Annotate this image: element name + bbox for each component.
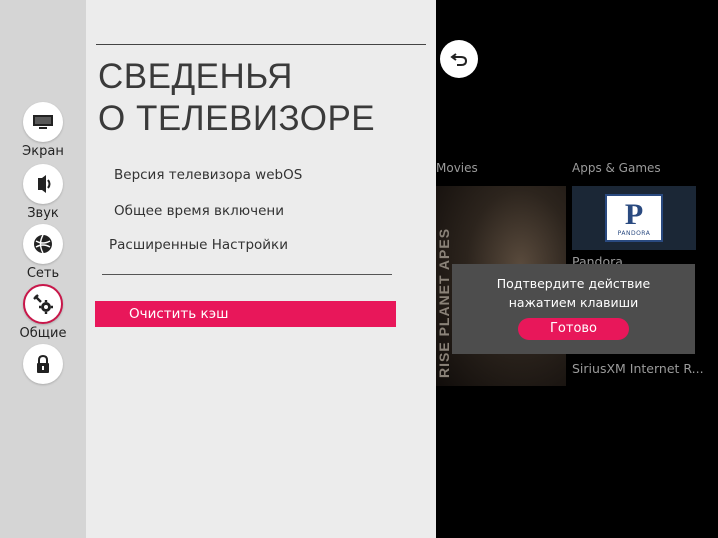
title-divider [96, 44, 426, 45]
movies-section-label: Movies [436, 161, 478, 175]
back-button[interactable] [440, 40, 478, 78]
category-sound[interactable]: Звук [0, 164, 86, 221]
clear-cache-button[interactable]: Очистить кэш [95, 301, 396, 327]
pandora-logo-letter: P [624, 197, 644, 231]
pandora-logo-word: PANDORA [617, 229, 651, 237]
category-network[interactable]: Сеть [0, 224, 86, 281]
back-arrow-icon [450, 53, 468, 66]
done-button[interactable]: Готово [518, 318, 629, 340]
confirm-popup: Подтвердите действие нажатием клавиши Го… [452, 264, 695, 354]
settings-panel: СВЕДЕНЬЯ О ТЕЛЕВИЗОРЕ Версия телевизора … [86, 0, 436, 538]
sound-icon [23, 164, 63, 204]
general-settings-icon [23, 284, 63, 324]
menu-divider [102, 274, 392, 275]
pandora-app-tile[interactable]: P PANDORA [572, 186, 696, 250]
app-name-siriusxm: SiriusXM Internet R... [572, 361, 704, 376]
category-sound-label: Звук [27, 206, 59, 221]
category-screen[interactable]: Экран [0, 102, 86, 159]
page-title-line1: СВЕДЕНЬЯ [98, 57, 293, 96]
category-lock[interactable] [0, 344, 86, 384]
category-rail: Экран Звук Сеть Общие [0, 0, 86, 538]
pandora-logo: P PANDORA [605, 194, 663, 242]
menu-item-total-on-time[interactable]: Общее время включени [114, 203, 284, 219]
popup-message-line2: нажатием клавиши [508, 295, 639, 310]
category-screen-label: Экран [22, 144, 64, 159]
category-general[interactable]: Общие [0, 284, 86, 341]
category-network-label: Сеть [26, 266, 60, 281]
movie-poster-title-text: RISE PLANET APES [436, 227, 450, 378]
menu-item-webos-version[interactable]: Версия телевизора webOS [114, 167, 302, 183]
category-general-label: Общие [19, 326, 67, 341]
menu-item-advanced-settings[interactable]: Расширенные Настройки [109, 237, 288, 253]
screen-icon [23, 102, 63, 142]
popup-message-line1: Подтвердите действие [496, 276, 651, 291]
network-icon [23, 224, 63, 264]
page-title: СВЕДЕНЬЯ О ТЕЛЕВИЗОРЕ [98, 56, 375, 140]
page-title-line2: О ТЕЛЕВИЗОРЕ [98, 99, 376, 138]
lock-icon [23, 344, 63, 384]
apps-section-label: Apps & Games [572, 161, 661, 175]
movie-poster-title: RISE PLANET APES [436, 188, 450, 378]
